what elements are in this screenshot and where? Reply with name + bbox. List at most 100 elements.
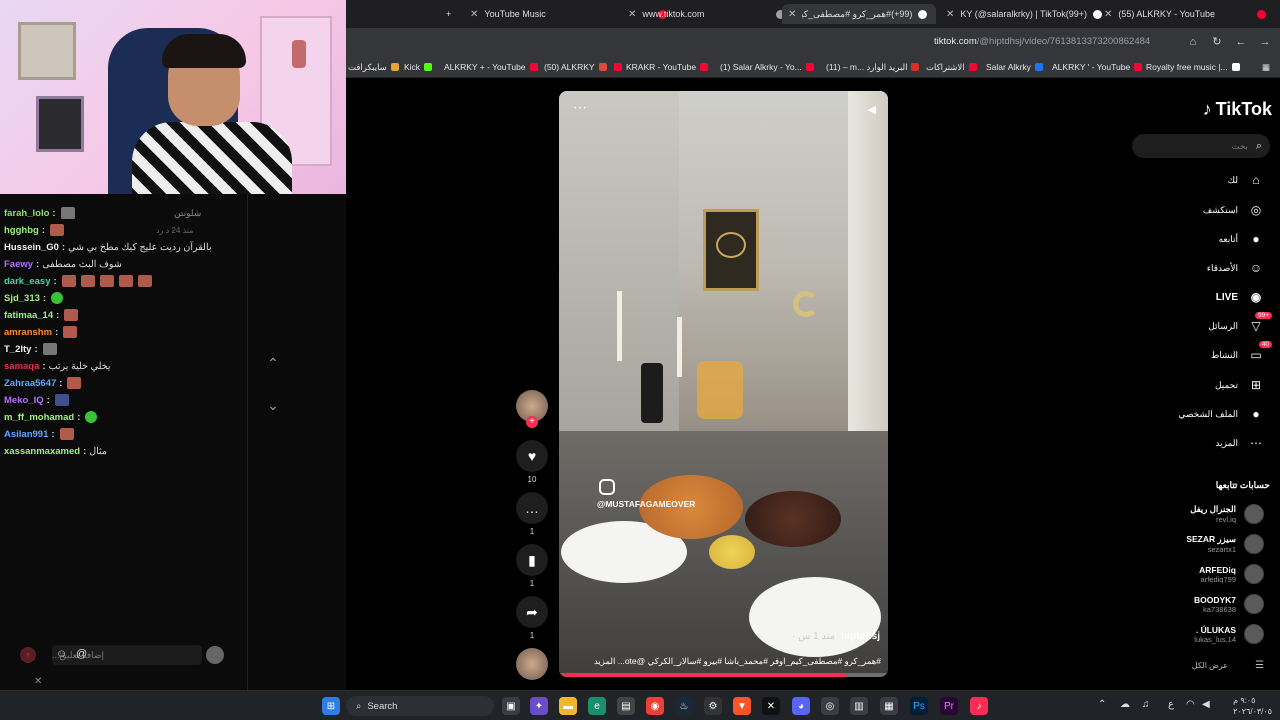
nav-item-friends[interactable]: الأصدقاء ☺ — [1207, 258, 1264, 278]
tab-tiktok-profile[interactable]: ✕ KY (@salaralkrky) | TikTok(99+) — [946, 4, 1102, 24]
bookmark[interactable]: Salar Alkrky — [986, 60, 1043, 74]
bookmark[interactable]: Kick — [404, 60, 433, 74]
send-arrow-icon[interactable]: ↑ — [20, 647, 36, 663]
copilot-icon[interactable]: ✦ — [530, 697, 548, 715]
bookmark[interactable]: ALKRKY + - YouTube — [444, 60, 538, 74]
video-caption[interactable]: #همر_كرو #مصطفى_كيم_اوفر #محمد_باشا #بير… — [569, 656, 881, 667]
share-button[interactable]: ➦ 1 — [514, 596, 550, 640]
save-button[interactable]: ▮ 1 — [514, 544, 550, 588]
system-clock[interactable]: ٩:٠٥ م ٢٠٢٦/٠٣/٠٥ — [1233, 695, 1272, 717]
close-icon[interactable]: ✕ — [34, 676, 42, 687]
app-icon[interactable]: ◎ — [821, 697, 839, 715]
next-video-icon[interactable]: ⌄ — [262, 394, 284, 416]
nav-item-more[interactable]: المزيد ⋯ — [1215, 433, 1264, 453]
bookmark[interactable]: الاشتراكات — [926, 60, 977, 74]
back-icon[interactable]: ← — [1234, 35, 1248, 49]
nav-item-upload[interactable]: تحميل ⊞ — [1215, 375, 1264, 395]
chat-username[interactable]: m_ff_mohamad — [4, 412, 74, 423]
file-explorer-icon[interactable]: ▬ — [559, 697, 577, 715]
chat-username[interactable]: hgghbg — [4, 225, 39, 236]
bookmark[interactable]: (50) ALKRKY — [544, 60, 607, 74]
bookmarks-menu-icon[interactable]: ▦ — [1262, 60, 1270, 74]
tab-tiktok-home[interactable]: ✕ www.tiktok.com — [628, 4, 786, 24]
nav-item-profile[interactable]: الملف الشخصي ● — [1178, 404, 1264, 424]
video-author[interactable]: hiptdhsj منذ 1 س · — [792, 631, 880, 642]
tiktok-logo[interactable]: ♪ TikTok — [1203, 99, 1272, 120]
tab-close-icon[interactable]: ✕ — [788, 9, 796, 20]
previous-video-icon[interactable]: ⌃ — [262, 352, 284, 374]
emoji-icon[interactable]: ☺ — [56, 648, 67, 660]
chat-username[interactable]: xassanmaxamed — [4, 446, 80, 457]
settings-gear-icon[interactable]: ⚙ — [704, 697, 722, 715]
url-field[interactable]: tiktok.com/@hiptdhsj/video/7613813373200… — [934, 36, 1150, 47]
chat-username[interactable]: farah_lolo — [4, 208, 49, 219]
chat-username[interactable]: amranshm — [4, 327, 52, 338]
more-options-icon[interactable]: ⋯ — [573, 99, 587, 116]
chat-username[interactable]: fatimaa_14 — [4, 310, 53, 321]
search-input[interactable] — [1147, 141, 1248, 151]
reload-icon[interactable]: ↻ — [1210, 35, 1224, 49]
forward-icon[interactable]: → — [1258, 35, 1272, 49]
taskbar-search[interactable]: ⌕ Search — [346, 696, 494, 716]
nav-item-home[interactable]: لك ⌂ — [1228, 170, 1264, 190]
capcut-icon[interactable]: ✕ — [762, 697, 780, 715]
bookmark[interactable]: (11) – m... البريد الوارد — [826, 60, 920, 74]
tab-close-icon[interactable]: ✕ — [628, 9, 636, 20]
home-icon[interactable]: ⌂ — [1186, 35, 1200, 49]
nav-item-live[interactable]: LIVE ◉ — [1216, 287, 1264, 307]
chat-username[interactable]: Faewy — [4, 259, 33, 270]
follow-plus-icon[interactable]: + — [526, 416, 538, 428]
following-account[interactable]: BOODYK7 ka738638 — [1194, 591, 1264, 617]
chat-username[interactable]: Hussein_G0 — [4, 242, 59, 253]
bookmark[interactable]: (1) Salar Alkrky - Yo... — [720, 60, 814, 74]
list-icon[interactable]: ☰ — [1255, 660, 1264, 671]
see-all-link[interactable]: عرض الكل — [1192, 661, 1228, 670]
nav-item-messages[interactable]: الرسائل ▽ 99+ — [1208, 312, 1272, 336]
bookmark[interactable]: Royalty free music |... — [1146, 60, 1240, 74]
app-icon[interactable]: ▥ — [850, 697, 868, 715]
photoshop-icon[interactable]: Ps — [910, 697, 928, 715]
microphone-icon[interactable]: ♫ — [1142, 699, 1150, 710]
discord-icon[interactable]: ◕ — [792, 697, 810, 715]
tab-close-icon[interactable]: ✕ — [470, 9, 478, 20]
tab-close-icon[interactable]: ✕ — [946, 9, 954, 20]
bookmark[interactable]: سايبكرافت — [348, 60, 399, 74]
task-view-icon[interactable]: ▣ — [502, 697, 520, 715]
tab-tiktok-video-active[interactable]: ✕ (99+)#همر_كرو #مصطفى_كيم — [782, 4, 936, 24]
chat-username[interactable]: Asilan991 — [4, 429, 48, 440]
premiere-icon[interactable]: Pr — [940, 697, 958, 715]
search-icon[interactable]: ⌕ — [1256, 140, 1262, 153]
following-account[interactable]: الجنرال ريفل revl.iq — [1190, 501, 1264, 527]
chat-username[interactable]: Sjd_313 — [4, 293, 40, 304]
bookmark[interactable]: ALKRKY ' - YouTube — [1052, 60, 1143, 74]
steam-icon[interactable]: ♨ — [675, 697, 693, 715]
like-button[interactable]: ♥ 10 — [514, 440, 550, 484]
tab-close-icon[interactable]: ✕ — [1104, 9, 1112, 20]
new-tab-button[interactable]: + — [446, 4, 451, 24]
mention-icon[interactable]: @ — [76, 648, 87, 660]
tiktok-app-icon[interactable]: ♪ — [970, 697, 988, 715]
chat-username[interactable]: T_2lty — [4, 344, 31, 355]
language-indicator[interactable]: ع — [1168, 699, 1174, 710]
video-player[interactable]: ⋯ ◀ @MUSTAFAGAMEOVER hiptdhsj منذ 1 س · #… — [559, 91, 888, 677]
volume-icon[interactable]: ◀ — [868, 103, 876, 116]
edge-icon[interactable]: e — [588, 697, 606, 715]
tray-chevron-icon[interactable]: ⌃ — [1098, 699, 1106, 710]
following-account[interactable]: ARFEDiq arfediq799 — [1199, 561, 1264, 587]
chat-username[interactable]: dark_easy — [4, 276, 50, 287]
nav-item-compass[interactable]: استكشف ◎ — [1203, 200, 1264, 220]
wifi-icon[interactable]: ◠ — [1186, 699, 1195, 710]
music-disc-button[interactable] — [514, 648, 550, 680]
nav-item-activity[interactable]: النشاط ▭ 40 — [1211, 341, 1272, 365]
chat-username[interactable]: Zahraa5647 — [4, 378, 56, 389]
video-progress-bar[interactable] — [559, 673, 888, 677]
bookmark[interactable]: KRAKR - YouTube — [614, 60, 709, 74]
following-account[interactable]: SEZAR سيزر sezartx1 — [1186, 531, 1264, 557]
volume-icon[interactable]: ◀ — [1202, 699, 1210, 710]
windows-start-icon[interactable]: ⊞ — [322, 697, 340, 715]
tab-alkrky-youtube[interactable]: ✕ (55) ALKRKY - YouTube — [1104, 4, 1266, 24]
comment-input[interactable]: إضافة تعليق... — [52, 645, 202, 665]
following-account[interactable]: . ÚLUKAS lukas_lus.14 — [1194, 621, 1264, 647]
brave-icon[interactable]: ▼ — [733, 697, 751, 715]
chat-username[interactable]: samaqa — [4, 361, 39, 372]
